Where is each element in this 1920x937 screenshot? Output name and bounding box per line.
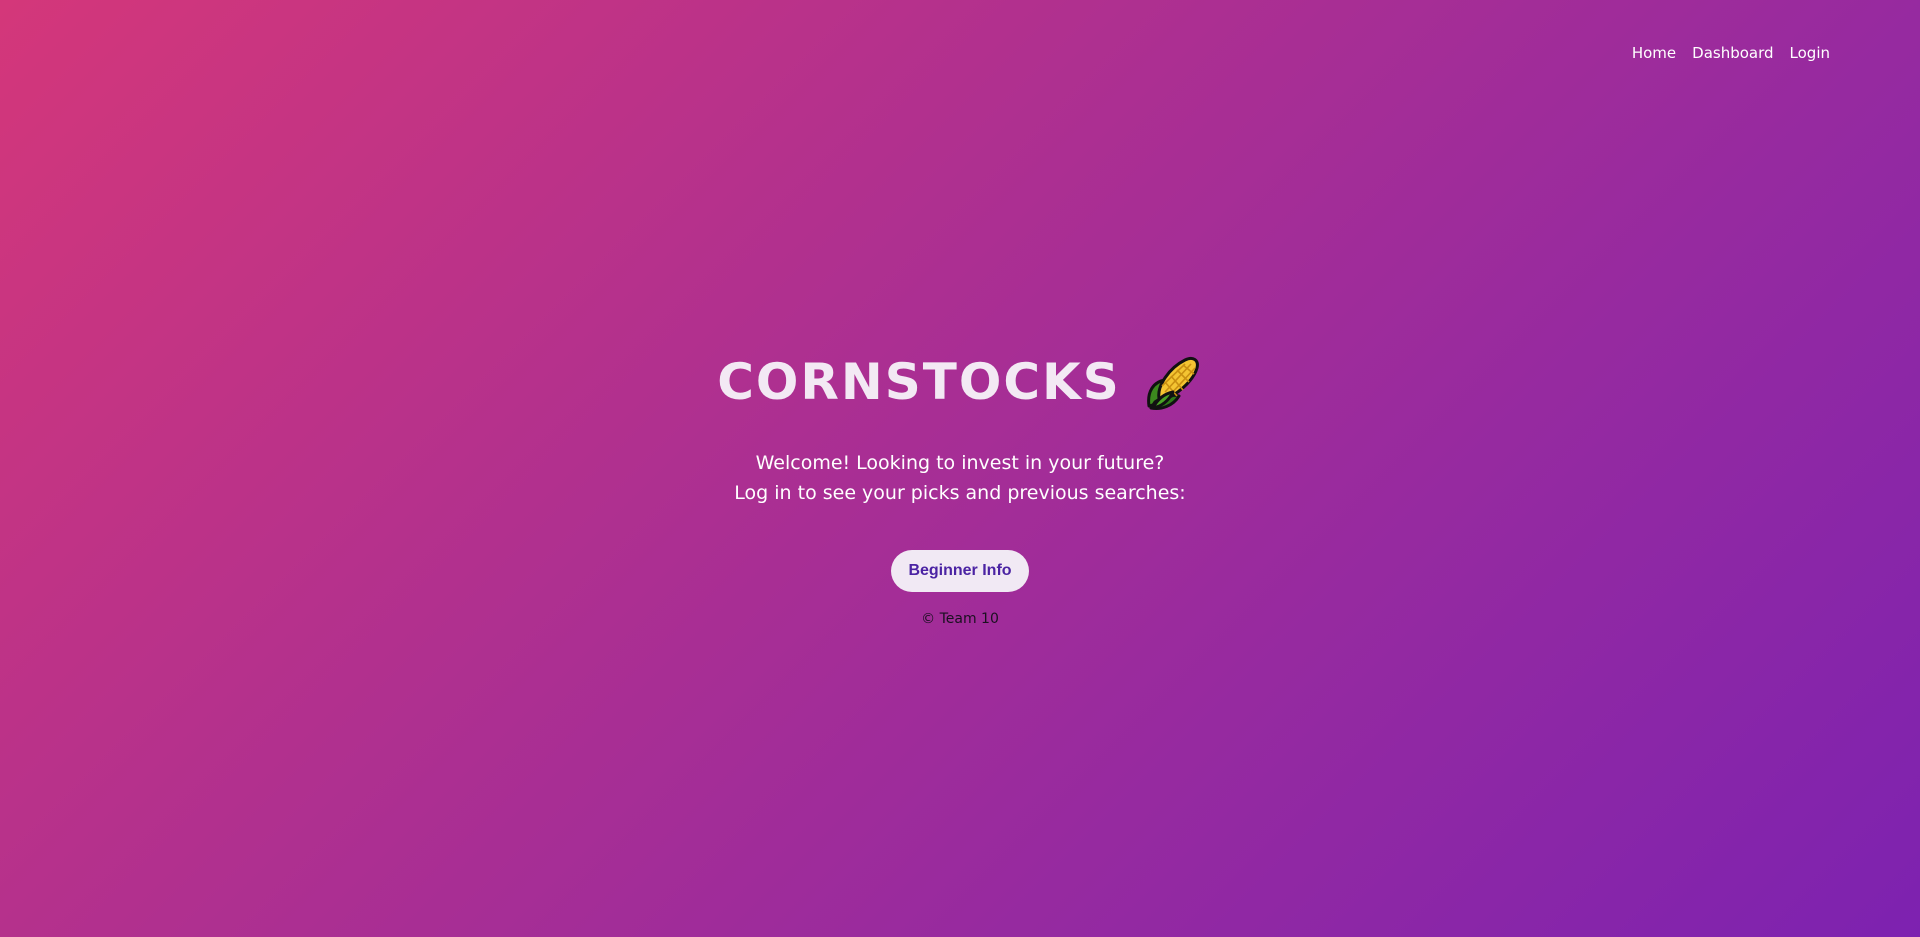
corn-icon <box>1143 352 1203 412</box>
nav-login-link[interactable]: Login <box>1790 44 1830 62</box>
nav-dashboard-link[interactable]: Dashboard <box>1692 44 1773 62</box>
welcome-text: Welcome! Looking to invest in your futur… <box>734 448 1185 508</box>
title-row: CORNSTOCKS <box>717 352 1203 412</box>
welcome-line-2: Log in to see your picks and previous se… <box>734 482 1186 504</box>
top-nav: Home Dashboard Login <box>1632 44 1830 62</box>
nav-home-link[interactable]: Home <box>1632 44 1676 62</box>
footer-copyright: © Team 10 <box>921 611 999 627</box>
page-title: CORNSTOCKS <box>717 353 1121 411</box>
hero-section: CORNSTOCKS Welcome! Looking to invest in… <box>0 352 1920 627</box>
welcome-line-1: Welcome! Looking to invest in your futur… <box>755 452 1165 474</box>
beginner-info-button[interactable]: Beginner Info <box>891 550 1029 592</box>
